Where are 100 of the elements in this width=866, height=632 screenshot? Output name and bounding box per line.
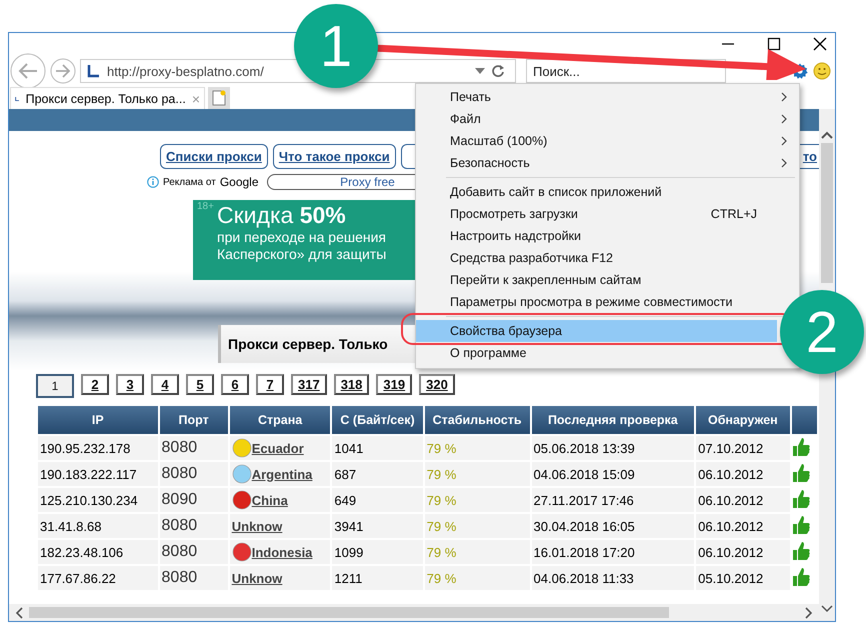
column-header[interactable]: Стабильность	[424, 406, 530, 434]
column-header[interactable]: Порт	[160, 406, 228, 434]
table-cell: 190.183.222.117	[38, 462, 158, 486]
table-cell: 79 %	[424, 566, 530, 590]
thumbs-up-icon[interactable]	[792, 462, 810, 482]
menu-item[interactable]: Просмотреть загрузки CTRL+J	[416, 203, 777, 225]
banner-text: при переходе на решения	[217, 229, 386, 246]
page-link[interactable]: 319	[376, 374, 412, 395]
scroll-left-icon[interactable]	[15, 606, 23, 618]
table-cell: 07.10.2012	[696, 436, 790, 460]
back-icon[interactable]	[10, 53, 46, 89]
table-cell: 79 %	[424, 540, 530, 564]
table-cell: 27.11.2017 17:46	[532, 488, 694, 512]
table-cell: 04.06.2018 15:09	[532, 462, 694, 486]
banner-text: Касперского» для защиты	[217, 246, 386, 263]
country-link[interactable]: Indonesia	[252, 544, 312, 560]
table-cell: 190.95.232.178	[38, 436, 158, 460]
table-cell: 1211	[332, 566, 423, 590]
chevron-icon	[781, 158, 787, 168]
chevron-icon	[781, 136, 787, 146]
table-cell: 06.10.2012	[696, 462, 790, 486]
age-rating: 18+	[197, 201, 214, 212]
scroll-thumb[interactable]	[821, 143, 833, 283]
table-cell: 8080	[160, 462, 228, 486]
page-heading: Прокси сервер. Только	[228, 336, 388, 352]
nav-link[interactable]: Списки прокси	[160, 144, 268, 169]
url-text: http://proxy-besplatno.com/	[107, 64, 264, 78]
country-link[interactable]: Unknow	[232, 570, 282, 586]
column-header	[792, 406, 817, 434]
table-cell: 8080	[160, 540, 228, 564]
column-header[interactable]: Обнаружен	[696, 406, 790, 434]
browser-tab[interactable]: Прокси сервер. Только ра... ×	[10, 87, 205, 109]
menu-item[interactable]: Средства разработчика F12	[416, 247, 777, 269]
table-cell: 79 %	[424, 436, 530, 460]
menu-item[interactable]: Безопасность	[416, 152, 799, 174]
menu-item[interactable]: Параметры просмотра в режиме совместимости	[416, 291, 777, 313]
table-cell: 177.67.86.22	[38, 566, 158, 590]
table-cell: 06.10.2012	[696, 488, 790, 512]
info-icon	[147, 176, 159, 188]
column-header[interactable]: Последняя проверка	[532, 406, 694, 434]
new-tab-button[interactable]	[208, 87, 230, 109]
table-cell: 8080	[160, 436, 228, 460]
page-link[interactable]: 7	[256, 374, 284, 395]
country-link[interactable]: Unknow	[232, 518, 282, 534]
table-cell: 16.01.2018 17:20	[532, 540, 694, 564]
forward-icon[interactable]	[50, 58, 76, 84]
column-header[interactable]: IP	[38, 406, 158, 434]
banner-headline: Скидка 50%	[217, 202, 346, 229]
column-header[interactable]: С (Байт/сек)	[332, 406, 423, 434]
page-link[interactable]: 3	[116, 374, 144, 395]
menu-item[interactable]: Масштаб (100%)	[416, 130, 799, 152]
scroll-down-icon[interactable]	[821, 605, 833, 613]
page-link[interactable]: 2	[81, 374, 109, 395]
table-cell: 687	[332, 462, 423, 486]
menu-item[interactable]: Свойства браузера	[416, 320, 777, 342]
page-link[interactable]: 5	[186, 374, 214, 395]
horizontal-scrollbar[interactable]	[9, 604, 819, 621]
table-cell: 30.04.2018 16:05	[532, 514, 694, 538]
column-header[interactable]: Страна	[230, 406, 330, 434]
table-cell: 79 %	[424, 488, 530, 512]
nav-link[interactable]: Что такое прокси	[272, 144, 396, 169]
menu-item[interactable]: Печать	[416, 86, 799, 108]
table-cell: 05.06.2018 13:39	[532, 436, 694, 460]
refresh-icon[interactable]	[491, 64, 505, 78]
country-link[interactable]: China	[252, 492, 288, 508]
table-cell: 31.41.8.68	[38, 514, 158, 538]
menu-item[interactable]: Перейти к закрепленным сайтам	[416, 269, 777, 291]
ad-brand: Google	[220, 175, 259, 189]
page-link[interactable]: 318	[334, 374, 370, 395]
page-link[interactable]: 4	[151, 374, 179, 395]
tab-title: Прокси сервер. Только ра...	[26, 92, 186, 106]
close-icon[interactable]	[813, 37, 827, 51]
country-link[interactable]: Ecuador	[252, 440, 304, 456]
page-link[interactable]: 1	[36, 374, 74, 398]
scroll-thumb[interactable]	[29, 607, 669, 618]
menu-item[interactable]: Файл	[416, 108, 799, 130]
ad-label: Реклама от	[163, 176, 216, 188]
thumbs-up-icon[interactable]	[792, 488, 810, 508]
table-cell: 04.06.2018 11:33	[532, 566, 694, 590]
chevron-icon	[781, 114, 787, 124]
thumbs-up-icon[interactable]	[792, 436, 810, 456]
maximize-icon[interactable]	[767, 37, 781, 51]
table-cell: 06.10.2012	[696, 540, 790, 564]
table-cell: 05.10.2012	[696, 566, 790, 590]
page-link[interactable]: 320	[419, 374, 455, 395]
page-link[interactable]: 317	[291, 374, 327, 395]
thumbs-up-icon[interactable]	[792, 566, 810, 586]
thumbs-up-icon[interactable]	[792, 540, 810, 560]
table-cell: 3941	[332, 514, 423, 538]
menu-item[interactable]: Настроить надстройки	[416, 225, 777, 247]
thumbs-up-icon[interactable]	[792, 514, 810, 534]
smiley-icon[interactable]	[813, 62, 831, 80]
menu-item[interactable]: О программе	[416, 342, 777, 364]
table-cell: 1041	[332, 436, 423, 460]
dropdown-icon[interactable]	[475, 68, 485, 74]
scroll-up-icon[interactable]	[821, 131, 833, 139]
scroll-right-icon[interactable]	[805, 606, 813, 618]
country-link[interactable]: Argentina	[252, 466, 312, 482]
page-link[interactable]: 6	[221, 374, 249, 395]
table-cell: 649	[332, 488, 423, 512]
